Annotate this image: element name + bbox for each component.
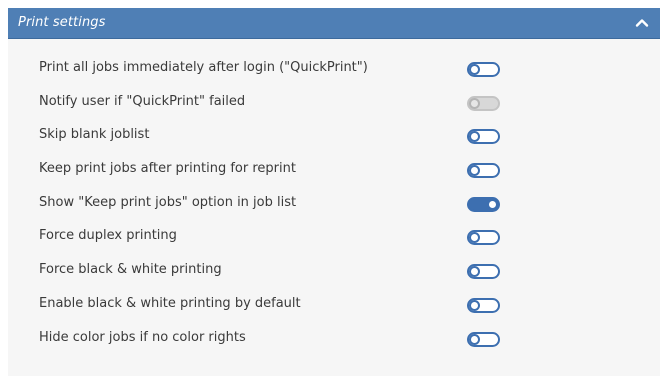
force-duplex-toggle[interactable] <box>467 230 500 246</box>
toggle-knob <box>469 333 480 345</box>
quickprint-toggle[interactable] <box>467 62 500 77</box>
panel-title: Print settings <box>18 15 106 30</box>
settings-list: Print all jobs immediately after login (… <box>39 57 639 360</box>
setting-label: Enable black & white printing by default <box>39 295 301 311</box>
toggle-knob <box>469 299 480 311</box>
setting-row-show-keep-option: Show "Keep print jobs" option in job lis… <box>39 192 639 226</box>
chevron-up-icon[interactable] <box>632 13 652 33</box>
setting-label: Show "Keep print jobs" option in job lis… <box>39 194 297 210</box>
hide-color-jobs-toggle[interactable] <box>467 331 500 347</box>
setting-label: Keep print jobs after printing for repri… <box>39 161 296 177</box>
setting-row-enable-bw-default: Enable black & white printing by default <box>39 293 639 327</box>
enable-bw-default-toggle[interactable] <box>467 297 500 313</box>
show-keep-option-toggle[interactable] <box>467 196 500 212</box>
setting-row-force-duplex: Force duplex printing <box>39 225 639 259</box>
toggle-knob <box>469 64 480 75</box>
toggle-knob <box>469 232 480 244</box>
setting-row-notify-quickprint-failed: Notify user if "QuickPrint" failed <box>39 91 639 125</box>
toggle-knob <box>469 266 480 278</box>
setting-label: Hide color jobs if no color rights <box>39 329 246 345</box>
setting-row-force-bw: Force black & white printing <box>39 259 639 293</box>
setting-label: Force black & white printing <box>39 262 222 278</box>
toggle-knob <box>487 198 498 210</box>
toggle-knob <box>469 131 480 143</box>
setting-row-hide-color-jobs: Hide color jobs if no color rights <box>39 327 639 361</box>
setting-row-quickprint: Print all jobs immediately after login (… <box>39 57 639 91</box>
keep-print-jobs-toggle[interactable] <box>467 163 500 179</box>
setting-label: Print all jobs immediately after login (… <box>39 60 368 75</box>
notify-quickprint-failed-toggle <box>467 95 500 111</box>
skip-blank-joblist-toggle[interactable] <box>467 129 500 145</box>
setting-label: Force duplex printing <box>39 228 177 244</box>
print-settings-panel: Print settings Print all jobs immediatel… <box>8 8 660 376</box>
setting-row-keep-print-jobs: Keep print jobs after printing for repri… <box>39 158 639 192</box>
toggle-knob <box>469 97 480 109</box>
setting-label: Skip blank joblist <box>39 127 150 143</box>
setting-row-skip-blank-joblist: Skip blank joblist <box>39 124 639 158</box>
panel-header[interactable]: Print settings <box>8 8 660 39</box>
toggle-knob <box>469 165 480 177</box>
setting-label: Notify user if "QuickPrint" failed <box>39 93 246 109</box>
force-bw-toggle[interactable] <box>467 264 500 280</box>
